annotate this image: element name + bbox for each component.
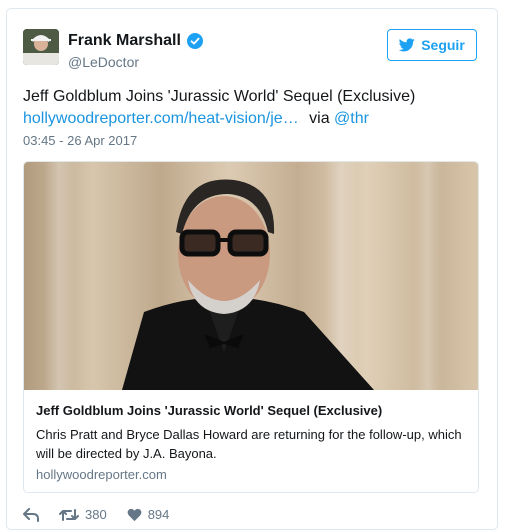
like-count: 894 (147, 507, 170, 522)
tweet-body: Jeff Goldblum Joins 'Jurassic World' Seq… (23, 88, 416, 105)
avatar-image (23, 29, 59, 65)
card-domain: hollywoodreporter.com (36, 467, 167, 482)
card-image[interactable] (24, 162, 479, 390)
card-title[interactable]: Jeff Goldblum Joins 'Jurassic World' Seq… (36, 403, 382, 418)
follow-label: Seguir (421, 37, 465, 53)
via-text: via (309, 110, 330, 127)
action-bar: 380 894 (23, 507, 169, 522)
mention-link[interactable]: @thr (334, 110, 369, 127)
follow-button[interactable]: Seguir (387, 29, 477, 61)
link-card[interactable]: Jeff Goldblum Joins 'Jurassic World' Seq… (23, 161, 479, 493)
timestamp[interactable]: 03:45 - 26 Apr 2017 (23, 133, 137, 148)
reply-icon (23, 507, 39, 522)
retweet-count: 380 (85, 507, 107, 522)
verified-icon (186, 33, 203, 49)
tweet-text: Jeff Goldblum Joins 'Jurassic World' Seq… (23, 86, 483, 130)
like-button[interactable]: 894 (127, 507, 170, 522)
tweet-card: Frank Marshall @LeDoctor Seguir Jeff Gol… (6, 8, 498, 530)
card-description: Chris Pratt and Bryce Dallas Howard are … (36, 427, 462, 461)
author-name-row[interactable]: Frank Marshall (68, 32, 203, 50)
reply-button[interactable] (23, 507, 39, 522)
retweet-icon (59, 508, 79, 521)
author-name[interactable]: Frank Marshall (68, 32, 181, 50)
retweet-button[interactable]: 380 (59, 507, 107, 522)
heart-icon (127, 508, 142, 521)
tweet-link-row: hollywoodreporter.com/heat-vision/je… vi… (23, 108, 483, 130)
author-handle[interactable]: @LeDoctor (68, 54, 139, 70)
avatar[interactable] (23, 29, 59, 65)
twitter-bird-icon (399, 38, 415, 52)
tweet-link[interactable]: hollywoodreporter.com/heat-vision/je… (23, 110, 299, 127)
